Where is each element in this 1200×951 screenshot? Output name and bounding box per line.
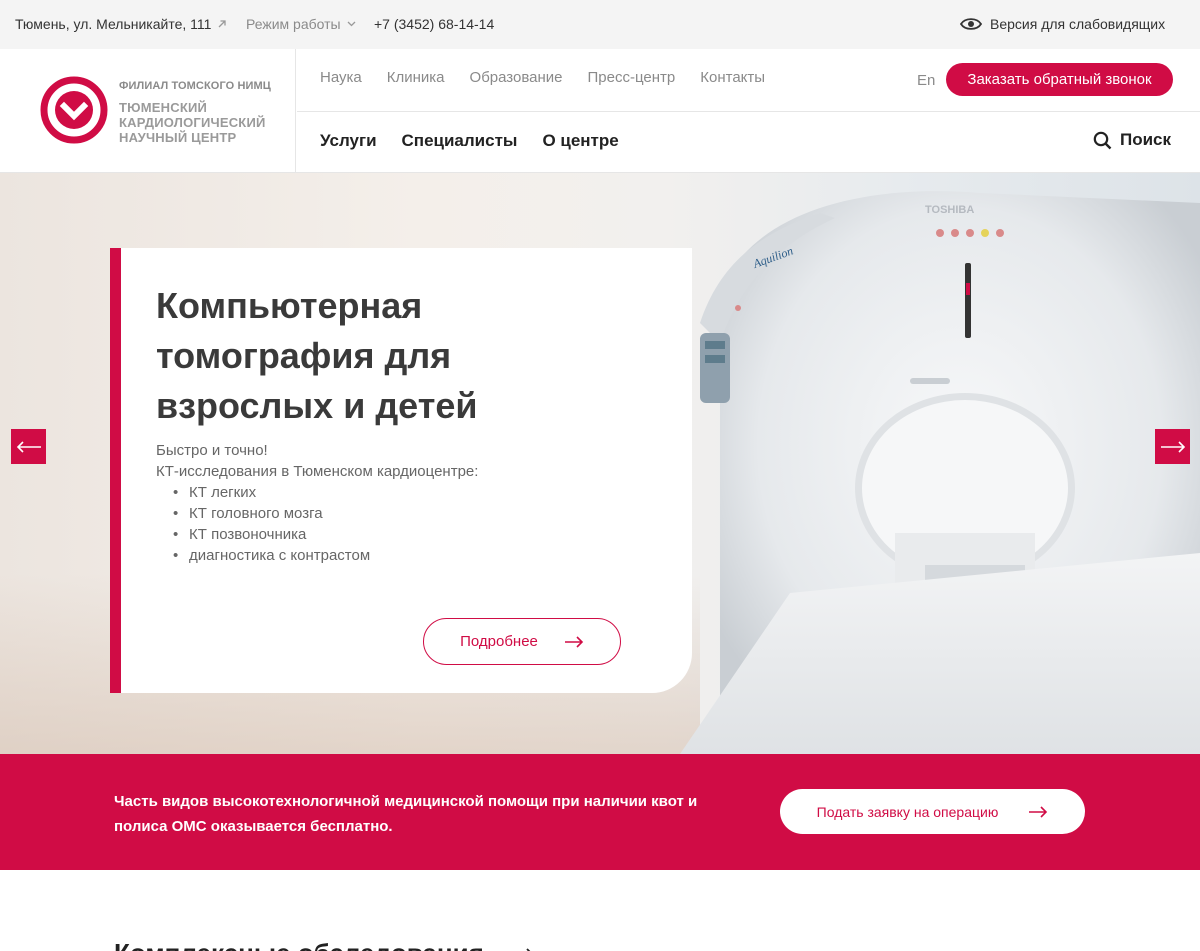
low-vision-toggle[interactable]: Версия для слабовидящих [960,16,1165,32]
surgery-request-button[interactable]: Подать заявку на операцию [780,789,1085,834]
hero-slider: TOSHIBA Aquilion Компьютерная томография… [0,173,1200,754]
arrow-left-icon [16,440,41,453]
arrow-right-icon [1160,440,1185,453]
more-button-label: Подробнее [460,633,538,650]
callback-button[interactable]: Заказать обратный звонок [946,63,1173,96]
search-button[interactable]: Поиск [1093,130,1171,150]
slider-next-button[interactable] [1155,429,1190,464]
eye-icon [960,18,982,30]
secondary-nav: Наука Клиника Образование Пресс-центр Ко… [320,69,765,86]
more-button[interactable]: Подробнее [423,618,621,665]
logo-line-2: ТЮМЕНСКИЙ [119,100,208,115]
arrow-right-icon [1029,805,1048,818]
heart-logo-icon [40,76,108,144]
hero-lead: Быстро и точно! КТ-исследования в Тюменс… [156,440,478,482]
scanner-brand-text: TOSHIBA [925,204,974,216]
nav-divider [297,111,1200,112]
nav-item-services[interactable]: Услуги [320,131,377,151]
logo-line-4: НАУЧНЫЙ ЦЕНТР [119,130,237,145]
nav-item-about[interactable]: О центре [542,131,618,151]
list-item: КТ головного мозга [173,503,370,524]
nav-item-specialists[interactable]: Специалисты [402,131,518,151]
address-link[interactable]: Тюмень, ул. Мельникайте, 111 [15,16,227,32]
list-item: КТ позвоночника [173,524,370,545]
low-vision-text: Версия для слабовидящих [990,16,1166,32]
ct-scanner-image: TOSHIBA Aquilion [680,191,1200,754]
arrow-right-icon [564,635,584,648]
hero-lead-line-2: КТ-исследования в Тюменском кардиоцентре… [156,463,479,480]
site-header: ФИЛИАЛ ТОМСКОГО НИМЦ ТЮМЕНСКИЙ КАРДИОЛОГ… [0,49,1200,173]
phone-link[interactable]: +7 (3452) 68-14-14 [374,16,494,32]
logo-link[interactable]: ФИЛИАЛ ТОМСКОГО НИМЦ ТЮМЕНСКИЙ КАРДИОЛОГ… [0,49,296,172]
arrow-right-icon [526,947,531,951]
quota-banner: Часть видов высокотехнологичной медицинс… [0,754,1200,870]
working-hours-text: Режим работы [246,16,341,32]
list-item: КТ легких [173,482,370,503]
working-hours-dropdown[interactable]: Режим работы [246,16,356,32]
hero-card: Компьютерная томография для взрослых и д… [110,248,692,693]
section-title: Комплексные обследования [114,938,484,951]
primary-nav: Услуги Специалисты О центре [320,131,619,151]
logo-line-1: ФИЛИАЛ ТОМСКОГО НИМЦ [119,80,271,92]
logo-line-3: КАРДИОЛОГИЧЕСКИЙ [119,115,266,130]
language-switch[interactable]: En [917,72,935,89]
nav-item-press[interactable]: Пресс-центр [588,69,676,86]
chevron-down-icon [347,21,356,27]
list-item: диагностика с контрастом [173,545,370,566]
section-title-link[interactable]: Комплексные обследования [114,938,534,951]
hero-list: КТ легких КТ головного мозга КТ позвоноч… [173,482,370,566]
hero-lead-line-1: Быстро и точно! [156,442,268,459]
phone-text: +7 (3452) 68-14-14 [374,16,495,32]
logo-text: ФИЛИАЛ ТОМСКОГО НИМЦ ТЮМЕНСКИЙ КАРДИОЛОГ… [119,80,271,146]
hero-title: Компьютерная томография для взрослых и д… [156,285,478,426]
address-text: Тюмень, ул. Мельникайте, 111 [15,16,212,32]
slider-prev-button[interactable] [11,429,46,464]
nav-item-contacts[interactable]: Контакты [700,69,765,86]
nav-item-education[interactable]: Образование [470,69,563,86]
external-arrow-icon [218,20,227,28]
top-utility-bar: Тюмень, ул. Мельникайте, 111 Режим работ… [0,0,1200,49]
quota-banner-text: Часть видов высокотехнологичной медицинс… [114,793,698,835]
surgery-request-label: Подать заявку на операцию [816,803,999,820]
nav-item-science[interactable]: Наука [320,69,362,86]
search-icon [1093,131,1112,149]
search-label: Поиск [1120,130,1172,149]
nav-item-clinic[interactable]: Клиника [387,69,445,86]
